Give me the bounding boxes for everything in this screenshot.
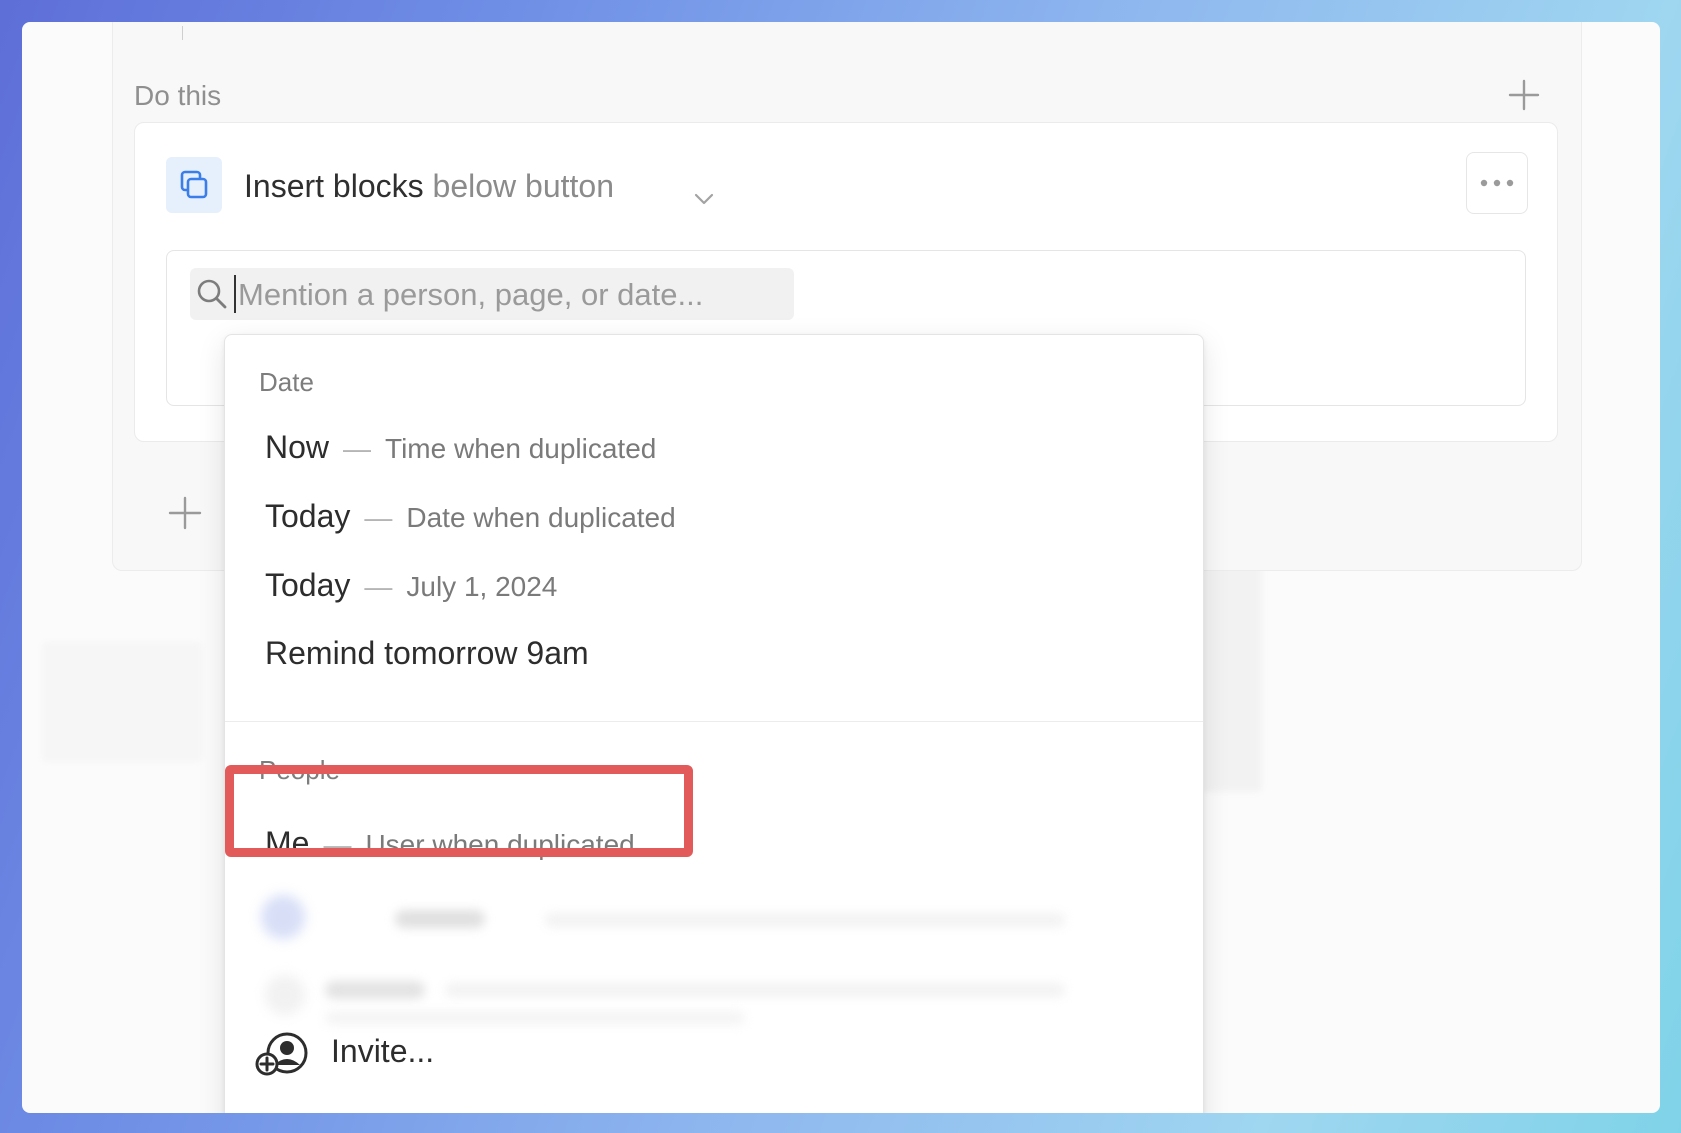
blurred-avatar <box>265 975 305 1015</box>
item-label: Now <box>265 429 330 465</box>
blurred-text <box>395 910 485 928</box>
item-description: July 1, 2024 <box>406 571 558 602</box>
menu-item-today-fixed[interactable]: Today — July 1, 2024 <box>265 567 557 604</box>
separator: — <box>364 502 393 533</box>
menu-item-today-date[interactable]: Today — Date when duplicated <box>265 498 676 535</box>
add-step-plus-icon[interactable] <box>167 495 203 531</box>
blurred-text <box>545 913 1065 927</box>
app-window: Do this Insert blocks below button Menti… <box>22 22 1660 1113</box>
separator: — <box>343 433 372 464</box>
section-divider <box>225 721 1203 722</box>
invite-menu-item[interactable]: Invite... <box>331 1033 434 1070</box>
copy-blocks-icon <box>166 157 222 213</box>
separator: — <box>364 571 393 602</box>
item-description: Date when duplicated <box>406 502 676 533</box>
menu-item-now[interactable]: Now — Time when duplicated <box>265 429 656 466</box>
mention-menu: Date Now — Time when duplicated Today — Date… <box>224 334 1204 1113</box>
section-label: Do this <box>134 80 222 111</box>
background-blur-block <box>42 642 202 762</box>
chevron-down-icon[interactable] <box>693 192 715 206</box>
blurred-text <box>445 983 1065 997</box>
background-blur-block <box>1202 562 1262 792</box>
highlight-annotation-box <box>225 765 693 857</box>
invite-person-icon <box>255 1032 308 1076</box>
action-subtitle: below button <box>432 168 614 204</box>
menu-item-remind[interactable]: Remind tomorrow 9am <box>265 635 589 672</box>
item-label: Today <box>265 498 351 534</box>
more-horizontal-icon <box>1480 179 1514 187</box>
search-icon <box>197 279 227 309</box>
blurred-text <box>325 981 425 999</box>
more-options-button[interactable] <box>1466 152 1528 214</box>
action-title: Insert blocks <box>244 168 424 204</box>
blurred-avatar <box>261 895 305 939</box>
item-label: Remind tomorrow 9am <box>265 635 589 671</box>
date-section-header: Date <box>259 367 314 397</box>
item-label: Today <box>265 567 351 603</box>
connector-line <box>182 26 183 40</box>
blurred-text <box>325 1011 745 1025</box>
text-cursor <box>234 275 236 313</box>
add-action-plus-icon[interactable] <box>1507 78 1541 112</box>
action-type-dropdown[interactable]: Insert blocks below button <box>244 168 614 205</box>
mention-placeholder: Mention a person, page, or date... <box>238 277 704 312</box>
item-description: Time when duplicated <box>385 433 657 464</box>
